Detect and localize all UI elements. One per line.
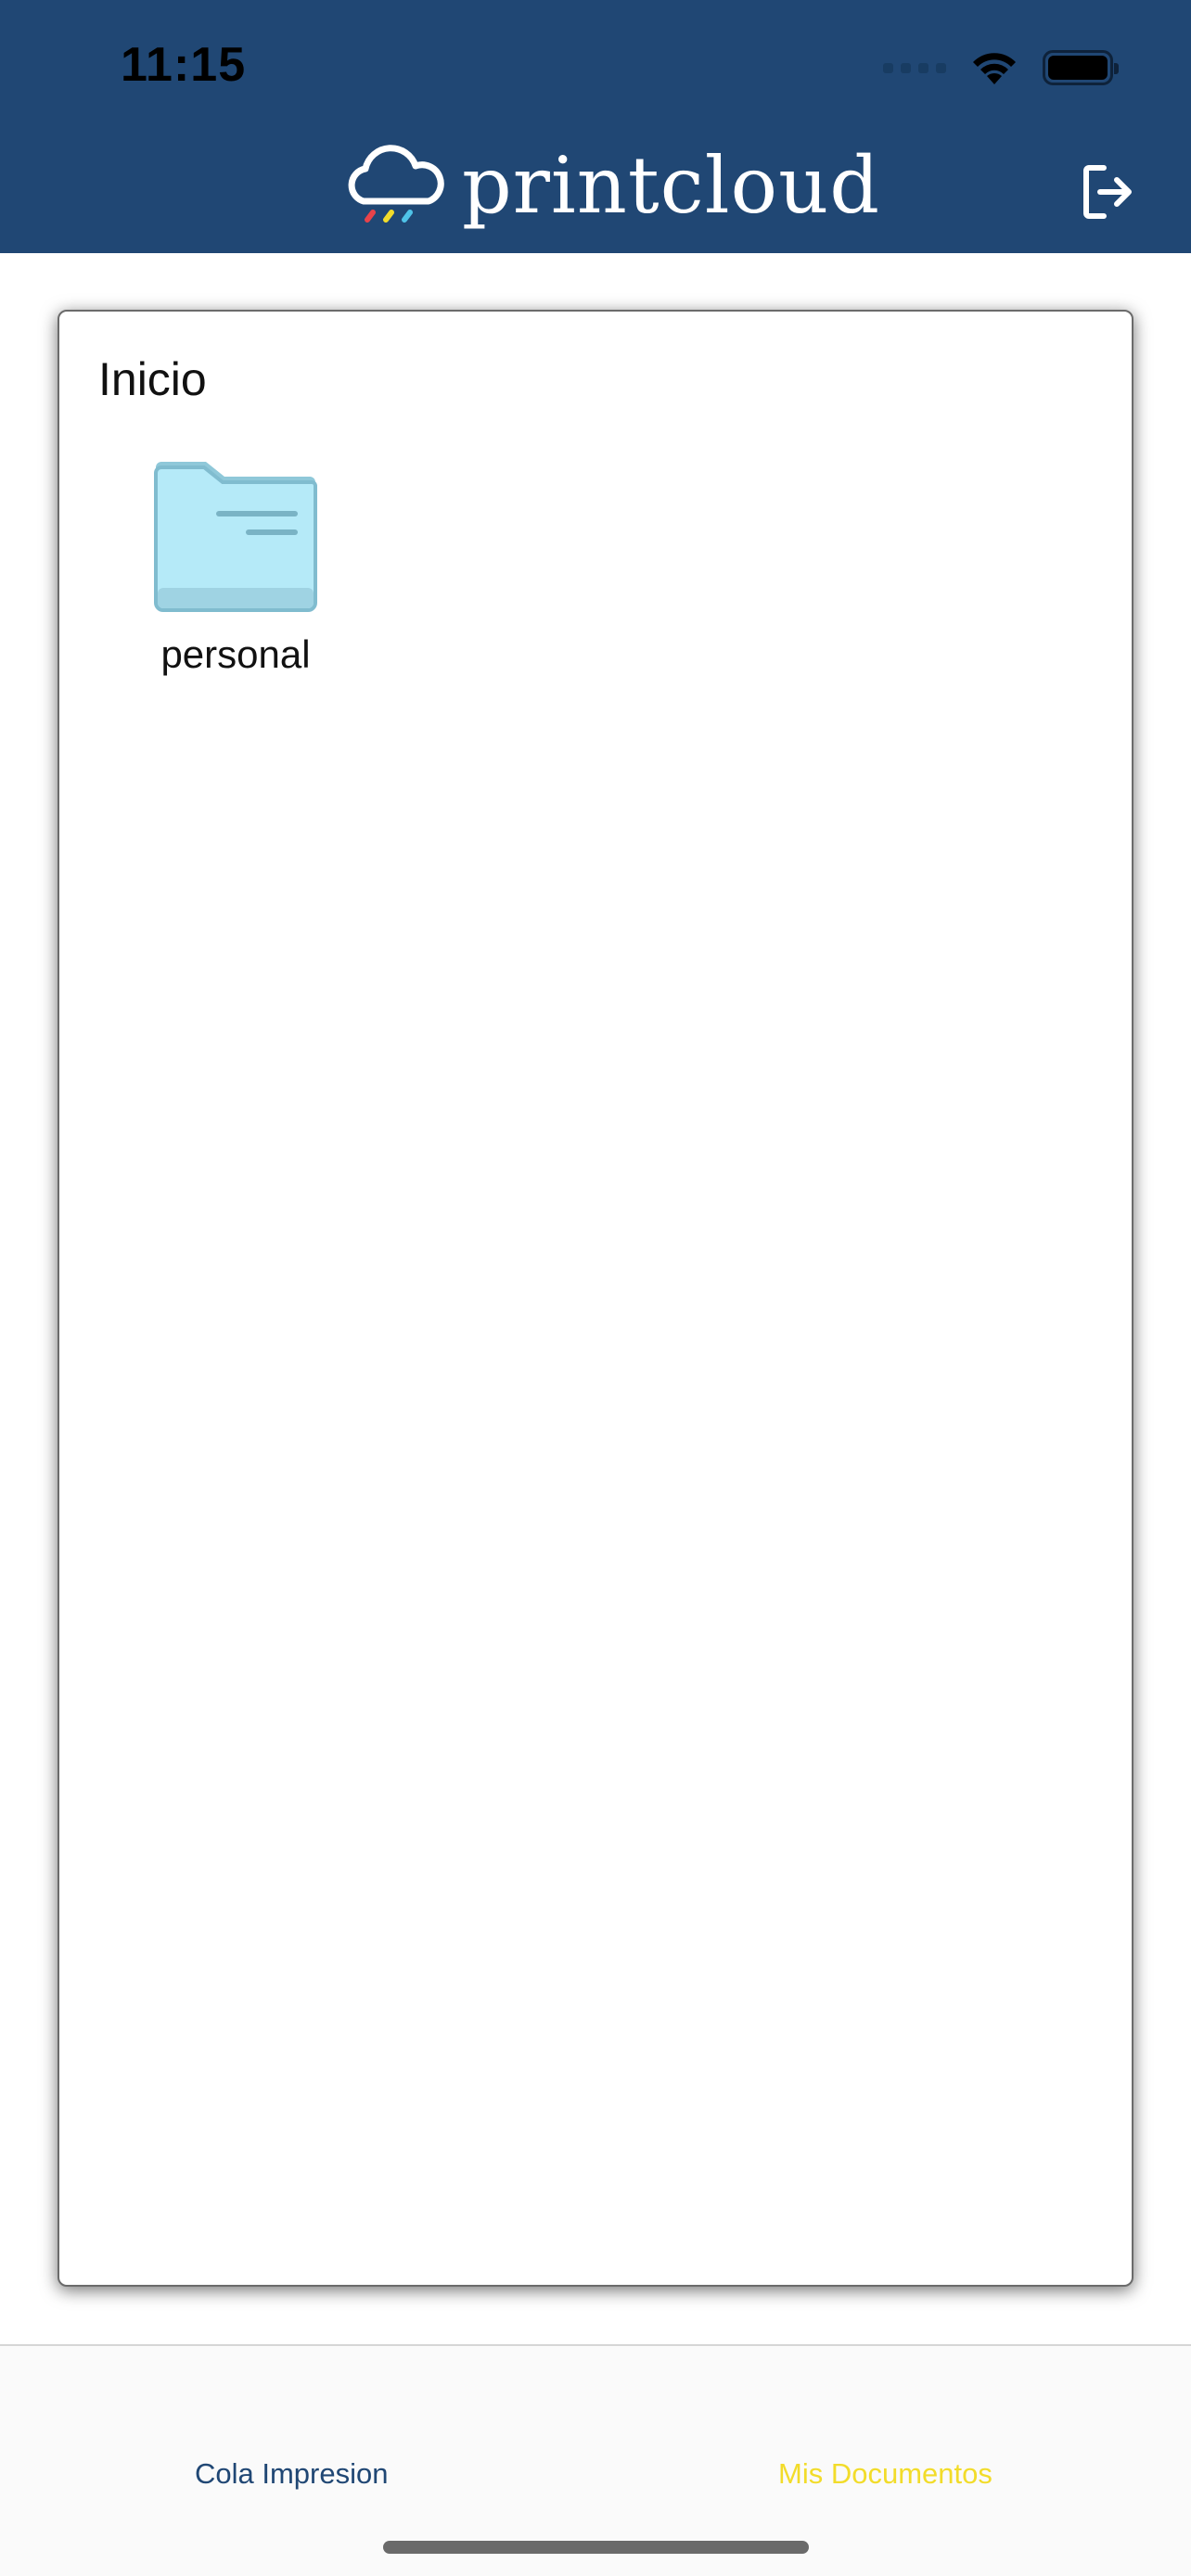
home-indicator[interactable] (383, 2541, 809, 2554)
status-time: 11:15 (121, 38, 247, 92)
tab-mis-documentos[interactable]: Mis Documentos (778, 2457, 992, 2491)
folder-label: personal (160, 632, 311, 676)
cellular-signal-icon (883, 62, 946, 73)
tab-cola-impresion[interactable]: Cola Impresion (195, 2457, 388, 2491)
folder-icon (154, 462, 317, 612)
status-icons (883, 45, 1119, 91)
file-browser-panel: Inicio personal (58, 310, 1133, 2287)
battery-icon (1043, 50, 1119, 85)
printcloud-logo: printcloud (343, 139, 880, 232)
app-header: 11:15 printcloud (0, 0, 1191, 253)
breadcrumb[interactable]: Inicio (98, 352, 207, 406)
wifi-icon (973, 53, 1016, 84)
cloud-icon (348, 145, 444, 223)
logout-icon[interactable] (1082, 163, 1135, 221)
folder-item[interactable]: personal (143, 460, 328, 677)
logo-text: printcloud (462, 140, 880, 231)
